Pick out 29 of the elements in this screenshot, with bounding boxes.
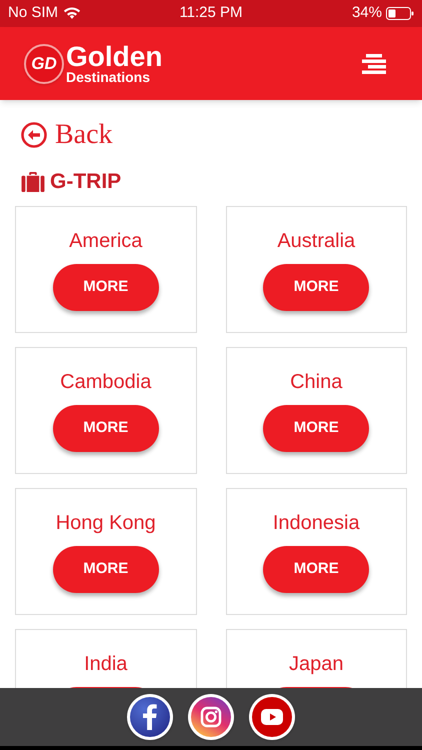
more-button[interactable]: MORE <box>263 404 370 452</box>
youtube-icon[interactable] <box>249 694 295 740</box>
more-button[interactable]: MORE <box>52 404 159 452</box>
back-link[interactable]: Back <box>21 118 113 152</box>
battery-icon <box>386 7 414 20</box>
facebook-icon[interactable] <box>127 694 173 740</box>
destination-name: Japan <box>289 652 344 676</box>
destination-name: Cambodia <box>60 370 152 394</box>
more-button[interactable]: MORE <box>263 546 370 592</box>
more-button[interactable]: MORE <box>52 546 159 592</box>
more-button[interactable]: MORE <box>52 264 159 310</box>
more-button[interactable]: MORE <box>263 264 370 310</box>
destination-name: Hong Kong <box>56 510 156 536</box>
destination-name: Australia <box>277 228 356 254</box>
section-title: G-TRIP <box>50 169 122 195</box>
time-text: 11:25 PM <box>178 3 244 24</box>
menu-icon[interactable] <box>362 52 386 76</box>
logo-title: Golden <box>66 44 162 70</box>
destination-name: Indonesia <box>272 510 360 536</box>
suitcase-icon <box>21 171 45 192</box>
wifi-icon <box>63 7 82 20</box>
destination-name: India <box>84 652 128 676</box>
battery-text: 34% <box>352 3 382 24</box>
destination-name: America <box>69 228 142 254</box>
carrier-text: No SIM <box>8 3 58 24</box>
logo-subtitle: Destinations <box>66 70 152 84</box>
destination-name: China <box>290 370 342 394</box>
logo-mark: GD <box>24 44 64 84</box>
instagram-icon[interactable] <box>188 694 234 740</box>
